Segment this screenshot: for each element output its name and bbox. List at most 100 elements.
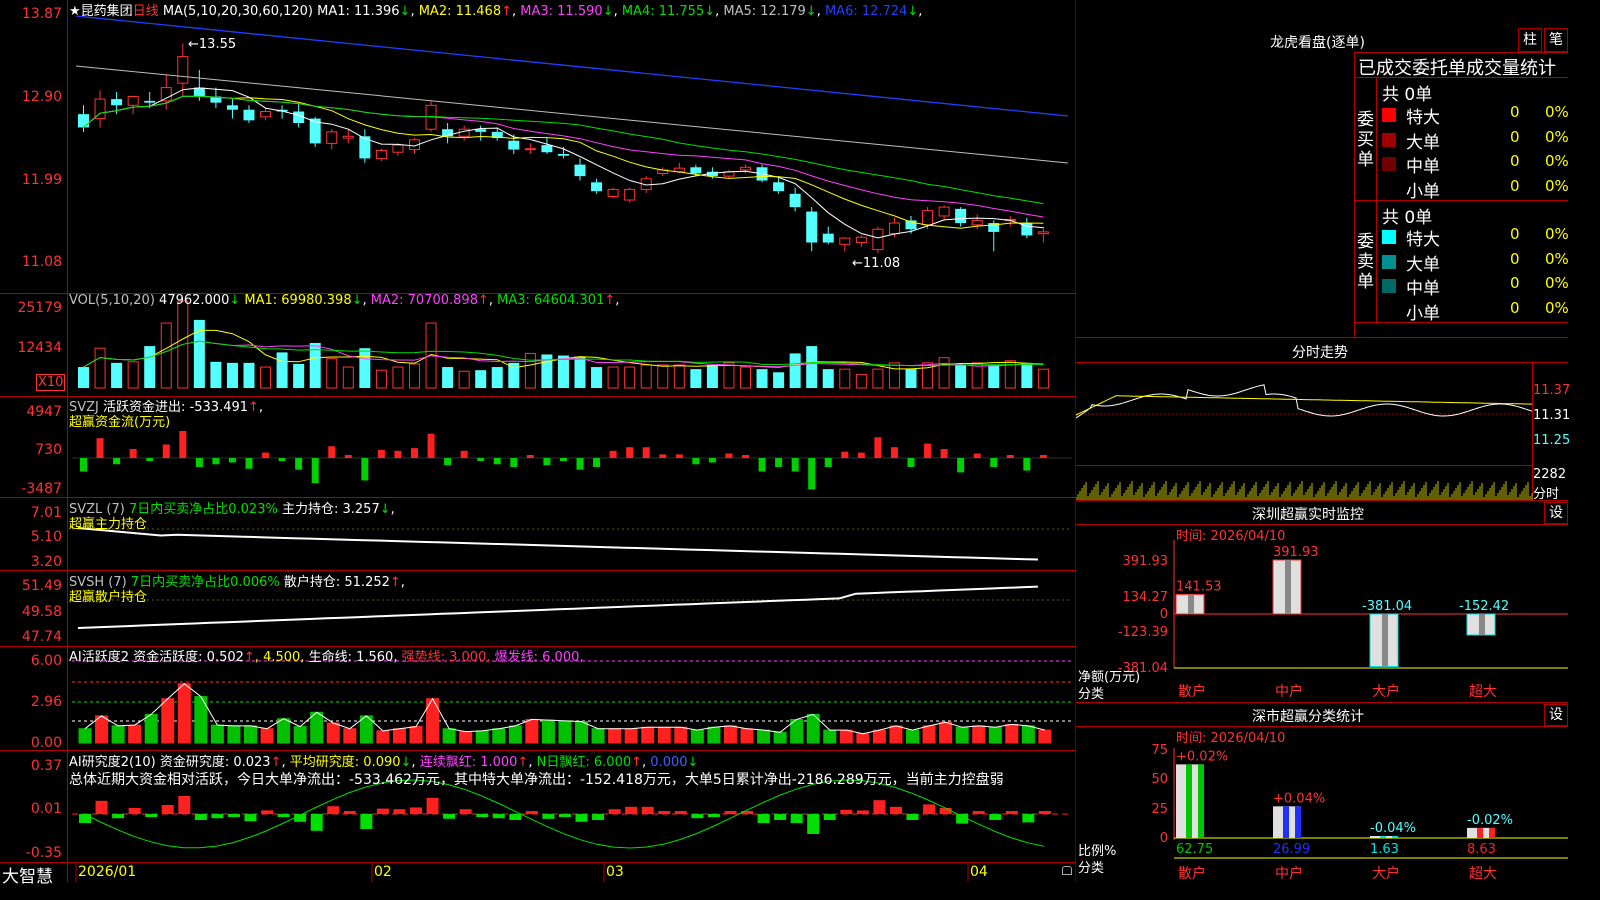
ai-research-y-tick: -0.35 [25,845,62,861]
order-name: 中单 [1406,157,1440,177]
ai-active-bar [988,726,1002,744]
candle-body [740,166,751,171]
ai-research-bar [674,811,687,814]
candle-body [160,87,172,102]
ai-research-bar [178,796,191,814]
monitor-settings-button[interactable]: 设 [1544,502,1568,524]
svsh-subtitle: 超赢散户持仓 [69,590,148,605]
class-time: 时间: 2026/04/10 [1176,731,1286,746]
volume-bar [111,362,123,388]
lock-icon[interactable] [1062,866,1072,875]
order-count: 0 [1510,176,1520,195]
svzj-bar [543,458,551,466]
ai-active-y-tick: 0.00 [30,735,62,751]
intraday-title: 分时走势 [1292,345,1348,361]
volume-bar [409,363,420,389]
svzj-bar [228,458,236,463]
volume-bar [276,352,288,388]
ai-active-bar [889,725,903,744]
tab-tick[interactable]: 笔 [1544,28,1568,52]
order-count: 0 [1510,103,1520,121]
candle-body [591,182,603,192]
ai-active-bar [906,729,919,744]
svzj-bar [245,458,253,469]
ma-legend-item: MA1: 69980.398↓ [240,293,363,308]
kline-chart[interactable] [0,0,1076,882]
volume-bar [392,366,404,389]
ai-research-bar [476,814,489,817]
ai-research-y-tick: 0.01 [30,801,62,817]
candle-body [243,109,255,121]
ai-research-bar [691,814,704,819]
svzj-bar [593,458,601,467]
volume-bar [756,369,768,388]
svzj-y-tick: -3487 [21,481,62,497]
class-bar-color [1489,827,1495,838]
class-bar-color [1186,764,1192,838]
ai-research-bar [244,814,257,822]
svsh-y-tick: 47.74 [21,629,62,645]
price-y-tick: 11.08 [21,254,62,270]
ai-active-bar [492,728,506,744]
svzj-bar [411,448,418,458]
candle-body [375,149,387,159]
monitor-bar-label: 391.93 [1273,545,1319,560]
period-label[interactable]: 日线 [133,4,159,19]
ai-research-bar [128,808,141,814]
svzj-bar [1006,455,1014,458]
date-axis-ticks [75,863,969,882]
volume-bar [938,357,950,389]
ai-active-header: AI活跃度2 资金活跃度: 0.502↑, 4.500, 生命线: 1.560,… [69,650,584,665]
svzj-bar [708,458,716,463]
svzj-bar [526,455,534,458]
volume-bar [326,358,338,389]
candle-body [806,211,818,243]
ai-research-bar [145,814,158,817]
volume-bar [806,346,818,388]
order-count: 0 [1510,274,1520,292]
class-xlabel: 分类 [1078,861,1105,876]
svzl-line [77,527,1038,561]
svzj-bar [394,450,402,458]
monitor-category: 超大 [1469,684,1497,700]
order-color-swatch [1382,108,1396,122]
candle-body [789,193,801,208]
svzl-plot [72,527,1072,561]
svzj-bar [460,450,468,458]
candle-body [922,210,934,226]
vol-y-tick: 25179 [17,300,62,316]
order-pct: 0% [1545,225,1569,243]
svzj-bar [609,450,617,458]
svzj-bar [311,458,319,484]
candle-body [624,188,636,201]
ai-research-bar [1038,811,1051,814]
ai-active-bar [707,726,721,744]
svsh-line [77,585,1038,629]
order-pct: 0% [1545,298,1569,317]
ai-active-bar [740,728,754,744]
svzj-bar [195,458,203,467]
monitor-xlabel: 分类 [1078,687,1105,702]
ai-active-bar [343,728,357,744]
order-name: 特大 [1406,230,1440,250]
tab-bar[interactable]: 柱 [1518,28,1542,52]
svzj-bar [1039,455,1047,458]
class-value: 8.63 [1467,842,1496,857]
candle-body [78,114,89,128]
ma-legend-item: MA4: 11.755↓ [617,4,716,19]
ai-research-y-tick: 0.37 [30,758,62,774]
stock-name[interactable]: 昆药集团 [81,4,133,19]
vol-y-tick: 12434 [17,340,62,356]
right-panel-frame: 391.93 134.27 0 -123.39 -381.04 141.53 散户 391.9… [1076,52,1568,882]
ai-research-bar [95,800,108,814]
ai-research-bar [823,814,836,820]
intraday-vol-tick: 2282 [1533,467,1567,482]
ai-active-bar [657,726,671,744]
ai-research-bar [393,809,406,814]
volume-bar [293,363,305,388]
ai-research-bar [625,806,638,814]
order-color-swatch [1382,279,1396,293]
class-y-tick: 75 [1151,743,1168,758]
class-settings-button[interactable]: 设 [1544,704,1568,726]
svzj-bar [162,444,170,458]
